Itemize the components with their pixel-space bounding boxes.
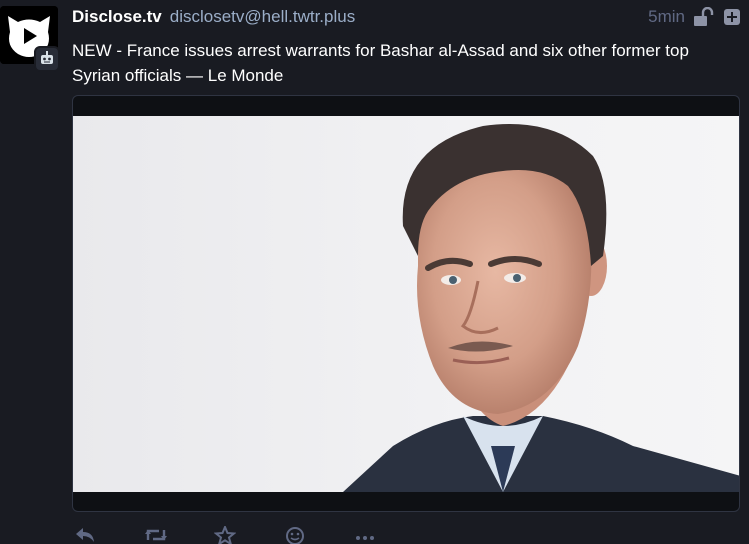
media-attachment[interactable] (72, 95, 740, 512)
status-action-bar (72, 526, 422, 544)
status-card: Disclose.tv disclosetv@hell.twtr.plus 5m… (0, 0, 749, 544)
account-handle[interactable]: disclosetv@hell.twtr.plus (170, 7, 355, 27)
smile-icon (286, 527, 304, 544)
emoji-reaction-button[interactable] (282, 526, 352, 544)
unlock-icon (694, 7, 714, 26)
photo-illustration (73, 116, 739, 492)
status-meta: 5min (648, 6, 741, 28)
star-icon (214, 526, 236, 544)
bot-badge (34, 46, 60, 72)
plus-square-icon[interactable] (723, 8, 741, 26)
timestamp[interactable]: 5min (648, 7, 685, 27)
reply-icon (76, 528, 94, 542)
robot-icon (41, 51, 53, 64)
favourite-button[interactable] (212, 526, 282, 544)
avatar-container[interactable] (0, 6, 62, 72)
portrait-photo[interactable] (73, 116, 739, 492)
more-options-button[interactable] (352, 526, 422, 544)
status-header[interactable]: Disclose.tv disclosetv@hell.twtr.plus (72, 7, 355, 29)
boost-button[interactable] (142, 526, 212, 544)
reply-button[interactable] (72, 526, 142, 544)
status-content: NEW - France issues arrest warrants for … (72, 41, 689, 85)
retweet-icon (145, 529, 167, 541)
ellipsis-icon (356, 536, 374, 540)
display-name[interactable]: Disclose.tv (72, 7, 162, 27)
